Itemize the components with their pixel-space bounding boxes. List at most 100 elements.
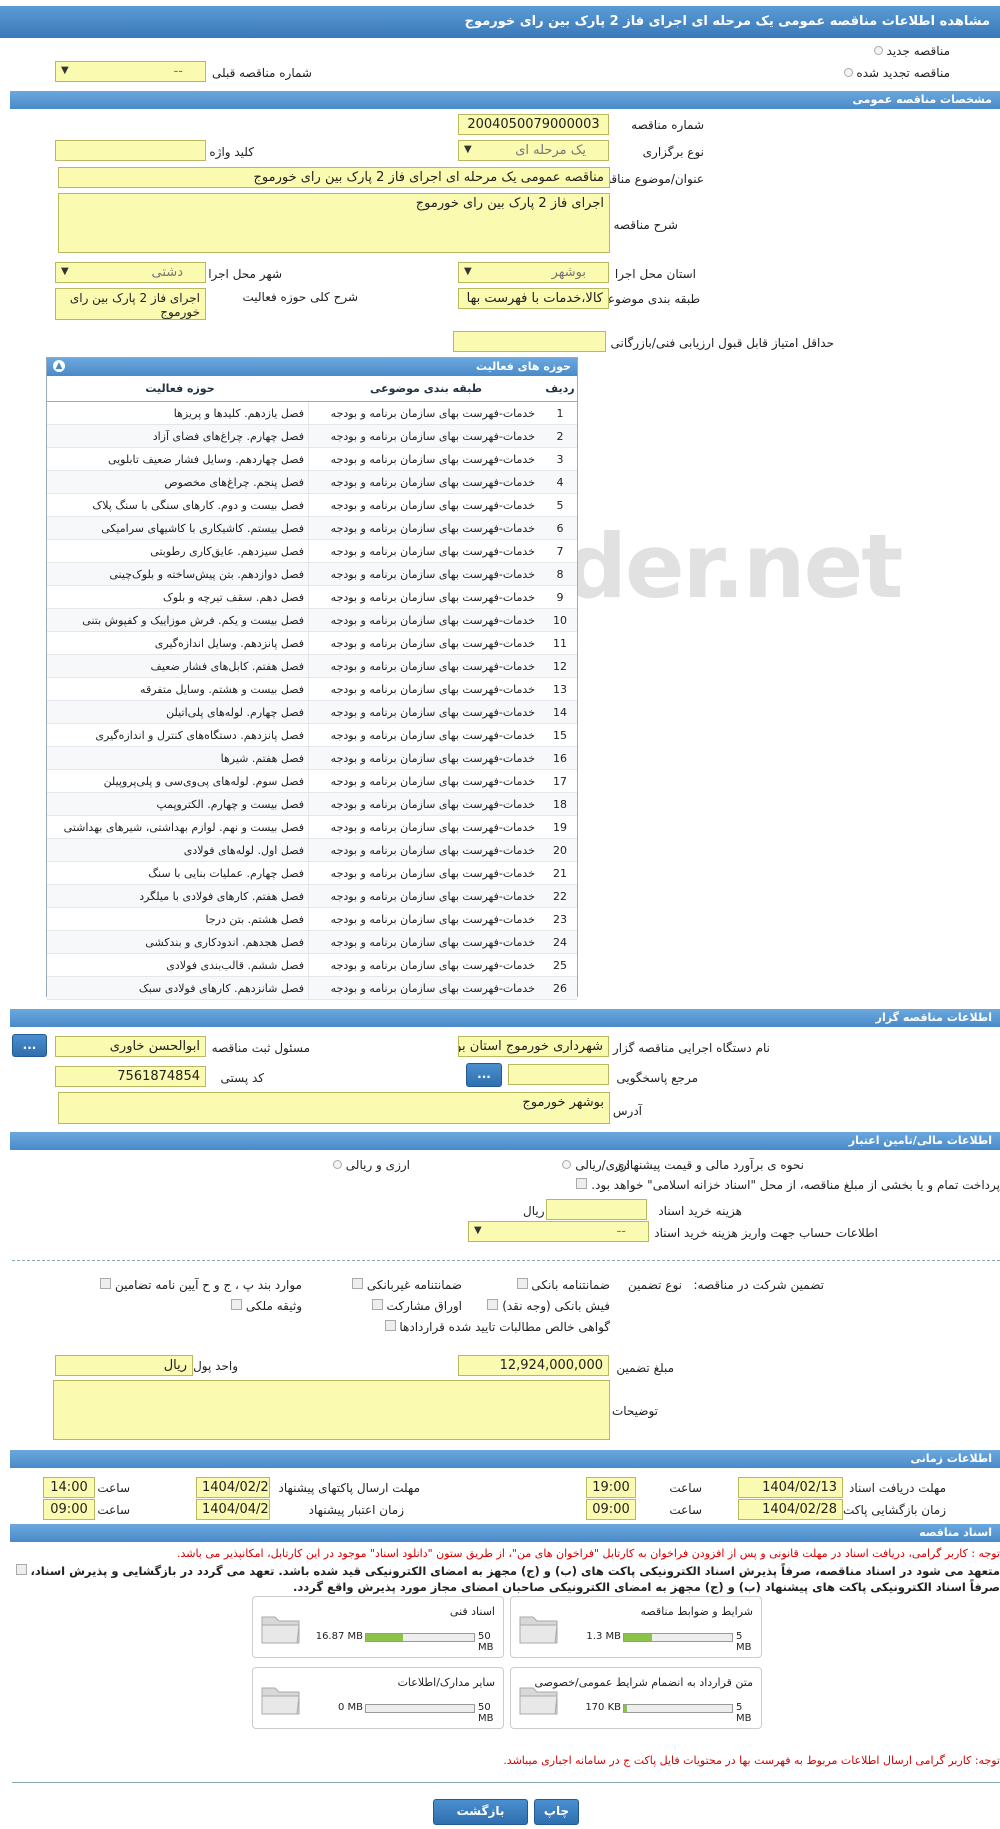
category-field[interactable]: کالا،خدمات با فهرست بها (458, 288, 609, 309)
commitment-checkbox-row[interactable]: متعهد می شود در اسناد مناقصه، صرفاً پذیر… (15, 1564, 1000, 1578)
table-row: 1 خدمات-فهرست بهای سازمان برنامه و بودجه ف… (47, 402, 577, 425)
address-field[interactable]: بوشهر خورموج (58, 1092, 610, 1124)
file-progress (365, 1633, 475, 1642)
doc-deadline-date[interactable]: 1404/02/13 (738, 1477, 843, 1498)
checkbox-icon[interactable] (371, 1299, 383, 1310)
open-date[interactable]: 1404/02/28 (738, 1499, 843, 1520)
file-name: شرایط و ضوابط مناقصه (640, 1605, 754, 1618)
type-select[interactable]: یک مرحله ای ▼ (458, 140, 609, 161)
checkbox-icon[interactable] (100, 1278, 112, 1289)
checkbox-icon[interactable] (351, 1278, 363, 1289)
new-tender-radio[interactable]: مناقصه جدید (873, 44, 950, 58)
notes-label: توضیحات (611, 1404, 658, 1418)
collapse-icon[interactable]: ▲ (53, 360, 65, 372)
city-select[interactable]: دشتی ▼ (55, 262, 206, 283)
currency-label: واحد پول (193, 1359, 238, 1373)
radio-icon[interactable] (873, 46, 883, 55)
radio-icon[interactable] (843, 68, 853, 77)
file-name: متن قرارداد به انضمام شرایط عمومی/خصوصی (534, 1676, 753, 1689)
amount-field[interactable]: 12,924,000,000 (458, 1355, 609, 1376)
row-category: خدمات-فهرست بهای سازمان برنامه و بودجه (330, 959, 535, 972)
send-deadline-date[interactable]: 1404/02/27 (196, 1477, 270, 1498)
table-row: 14 خدمات-فهرست بهای سازمان برنامه و بودجه… (47, 701, 577, 724)
open-label: زمان بازگشایی پاکت ها (829, 1503, 946, 1517)
time-label: ساعت (97, 1481, 130, 1495)
print-button[interactable]: چاپ (534, 1799, 579, 1825)
row-activity: فصل هفتم. کارهای فولادی با میلگرد (47, 885, 309, 908)
file-box[interactable]: شرایط و ضوابط مناقصه 5 MB 1.3 MB (510, 1596, 762, 1658)
row-activity: فصل هجدهم. اندودکاری و بندکشی (47, 931, 309, 954)
account-select[interactable]: -- ▼ (468, 1221, 649, 1242)
checkbox-icon[interactable] (516, 1278, 528, 1289)
folder-icon[interactable] (517, 1607, 561, 1647)
chevron-down-icon: ▼ (464, 144, 472, 155)
scope-field[interactable]: اجرای فاز 2 پارک بین رای خورموج (55, 288, 206, 320)
ref-label: مرجع پاسخگویی (616, 1071, 698, 1085)
notes-field[interactable] (53, 1380, 610, 1440)
folder-icon[interactable] (259, 1607, 303, 1647)
opt-fx-radio[interactable]: ارزی و ریالی (332, 1158, 410, 1172)
responsible-label: مسئول ثبت مناقصه (211, 1041, 310, 1055)
g-items-checkbox[interactable]: موارد بند پ ، ج و ح آیین نامه تضامین (100, 1278, 302, 1292)
city-label: شهر محل اجرا (208, 267, 282, 281)
desc-field[interactable]: اجرای فاز 2 پارک بین رای خورموج (58, 193, 610, 253)
g-claims-checkbox[interactable]: گواهی خالص مطالبات تایید شده قراردادها (384, 1320, 610, 1334)
folder-icon[interactable] (259, 1678, 303, 1718)
prev-number-select[interactable]: -- ▼ (55, 61, 206, 82)
file-box[interactable]: سایر مدارک/اطلاعات 50 MB 0 MB (252, 1667, 504, 1729)
postal-field[interactable]: 7561874854 (55, 1066, 206, 1087)
doc-cost-field[interactable] (546, 1199, 647, 1220)
opt-rial-radio[interactable]: ارزی/ریالی (562, 1158, 630, 1172)
subject-field[interactable]: مناقصه عمومی یک مرحله ای اجرای فاز 2 پار… (58, 167, 610, 188)
org-field[interactable]: شهرداری خورموج استان بو (458, 1036, 609, 1057)
number-label: شماره مناقصه (631, 118, 704, 132)
file-box[interactable]: اسناد فنی 50 MB 16.87 MB (252, 1596, 504, 1658)
currency-field[interactable]: ریال (55, 1355, 193, 1376)
doc-cost-label: هزینه خرید اسناد (658, 1204, 742, 1218)
row-category: خدمات-فهرست بهای سازمان برنامه و بودجه (330, 936, 535, 949)
radio-icon[interactable] (562, 1160, 572, 1169)
g-bank-checkbox[interactable]: ضمانتنامه بانکی (516, 1278, 610, 1292)
g-nonbank-label: ضمانتنامه غیربانکی (366, 1278, 462, 1292)
g-cash-checkbox[interactable]: فیش بانکی (وجه نقد) (487, 1299, 610, 1313)
open-time[interactable]: 09:00 (586, 1499, 636, 1520)
checkbox-icon[interactable] (231, 1299, 243, 1310)
g-bonds-checkbox[interactable]: اوراق مشارکت (371, 1299, 462, 1313)
renewed-tender-radio[interactable]: مناقصه تجدید شده (843, 66, 950, 80)
doc-deadline-time[interactable]: 19:00 (586, 1477, 636, 1498)
province-select[interactable]: بوشهر ▼ (458, 262, 609, 283)
number-field[interactable]: 2004050079000003 (458, 114, 609, 135)
file-name: سایر مدارک/اطلاعات (397, 1676, 495, 1689)
row-activity: فصل دهم. سقف تیرچه و بلوک (47, 586, 309, 609)
responsible-lookup-button[interactable]: ... (12, 1034, 47, 1057)
row-activity: فصل هفتم. کابل‌های فشار ضعیف (47, 655, 309, 678)
checkbox-icon[interactable] (576, 1178, 588, 1189)
row-number: 11 (553, 637, 567, 650)
send-deadline-time[interactable]: 14:00 (43, 1477, 95, 1498)
row-category: خدمات-فهرست بهای سازمان برنامه و بودجه (330, 913, 535, 926)
time-label: ساعت (669, 1503, 702, 1517)
back-button[interactable]: بازگشت (433, 1799, 528, 1825)
row-category: خدمات-فهرست بهای سازمان برنامه و بودجه (330, 545, 535, 558)
row-activity: فصل بیست و یکم. فرش موزاییک و کفپوش بتنی (47, 609, 309, 632)
radio-icon[interactable] (332, 1160, 342, 1169)
keyword-field[interactable] (55, 140, 206, 161)
treasury-checkbox-row[interactable]: پرداخت تمام و یا بخشی از مبلغ مناقصه، از… (576, 1178, 1000, 1192)
valid-date[interactable]: 1404/04/28 (196, 1499, 270, 1520)
responsible-field[interactable]: ابوالحسن خاوری (55, 1036, 206, 1057)
ref-lookup-button[interactable]: ... (466, 1063, 502, 1087)
table-row: 2 خدمات-فهرست بهای سازمان برنامه و بودجه ف… (47, 425, 577, 448)
g-nonbank-checkbox[interactable]: ضمانتنامه غیربانکی (351, 1278, 462, 1292)
checkbox-icon[interactable] (15, 1564, 27, 1575)
row-number: 22 (553, 890, 567, 903)
checkbox-icon[interactable] (487, 1299, 499, 1310)
file-box[interactable]: متن قرارداد به انضمام شرایط عمومی/خصوصی 5… (510, 1667, 762, 1729)
valid-time[interactable]: 09:00 (43, 1499, 95, 1520)
folder-icon[interactable] (517, 1678, 561, 1718)
checkbox-icon[interactable] (384, 1320, 396, 1331)
ref-field[interactable] (508, 1064, 609, 1085)
row-number: 9 (556, 591, 564, 604)
min-score-field[interactable] (453, 331, 606, 352)
g-property-checkbox[interactable]: وثیقه ملکی (231, 1299, 302, 1313)
activities-grid: حوزه های فعالیت ▲ ردیف طبقه بندی موضوعی … (46, 357, 578, 1000)
